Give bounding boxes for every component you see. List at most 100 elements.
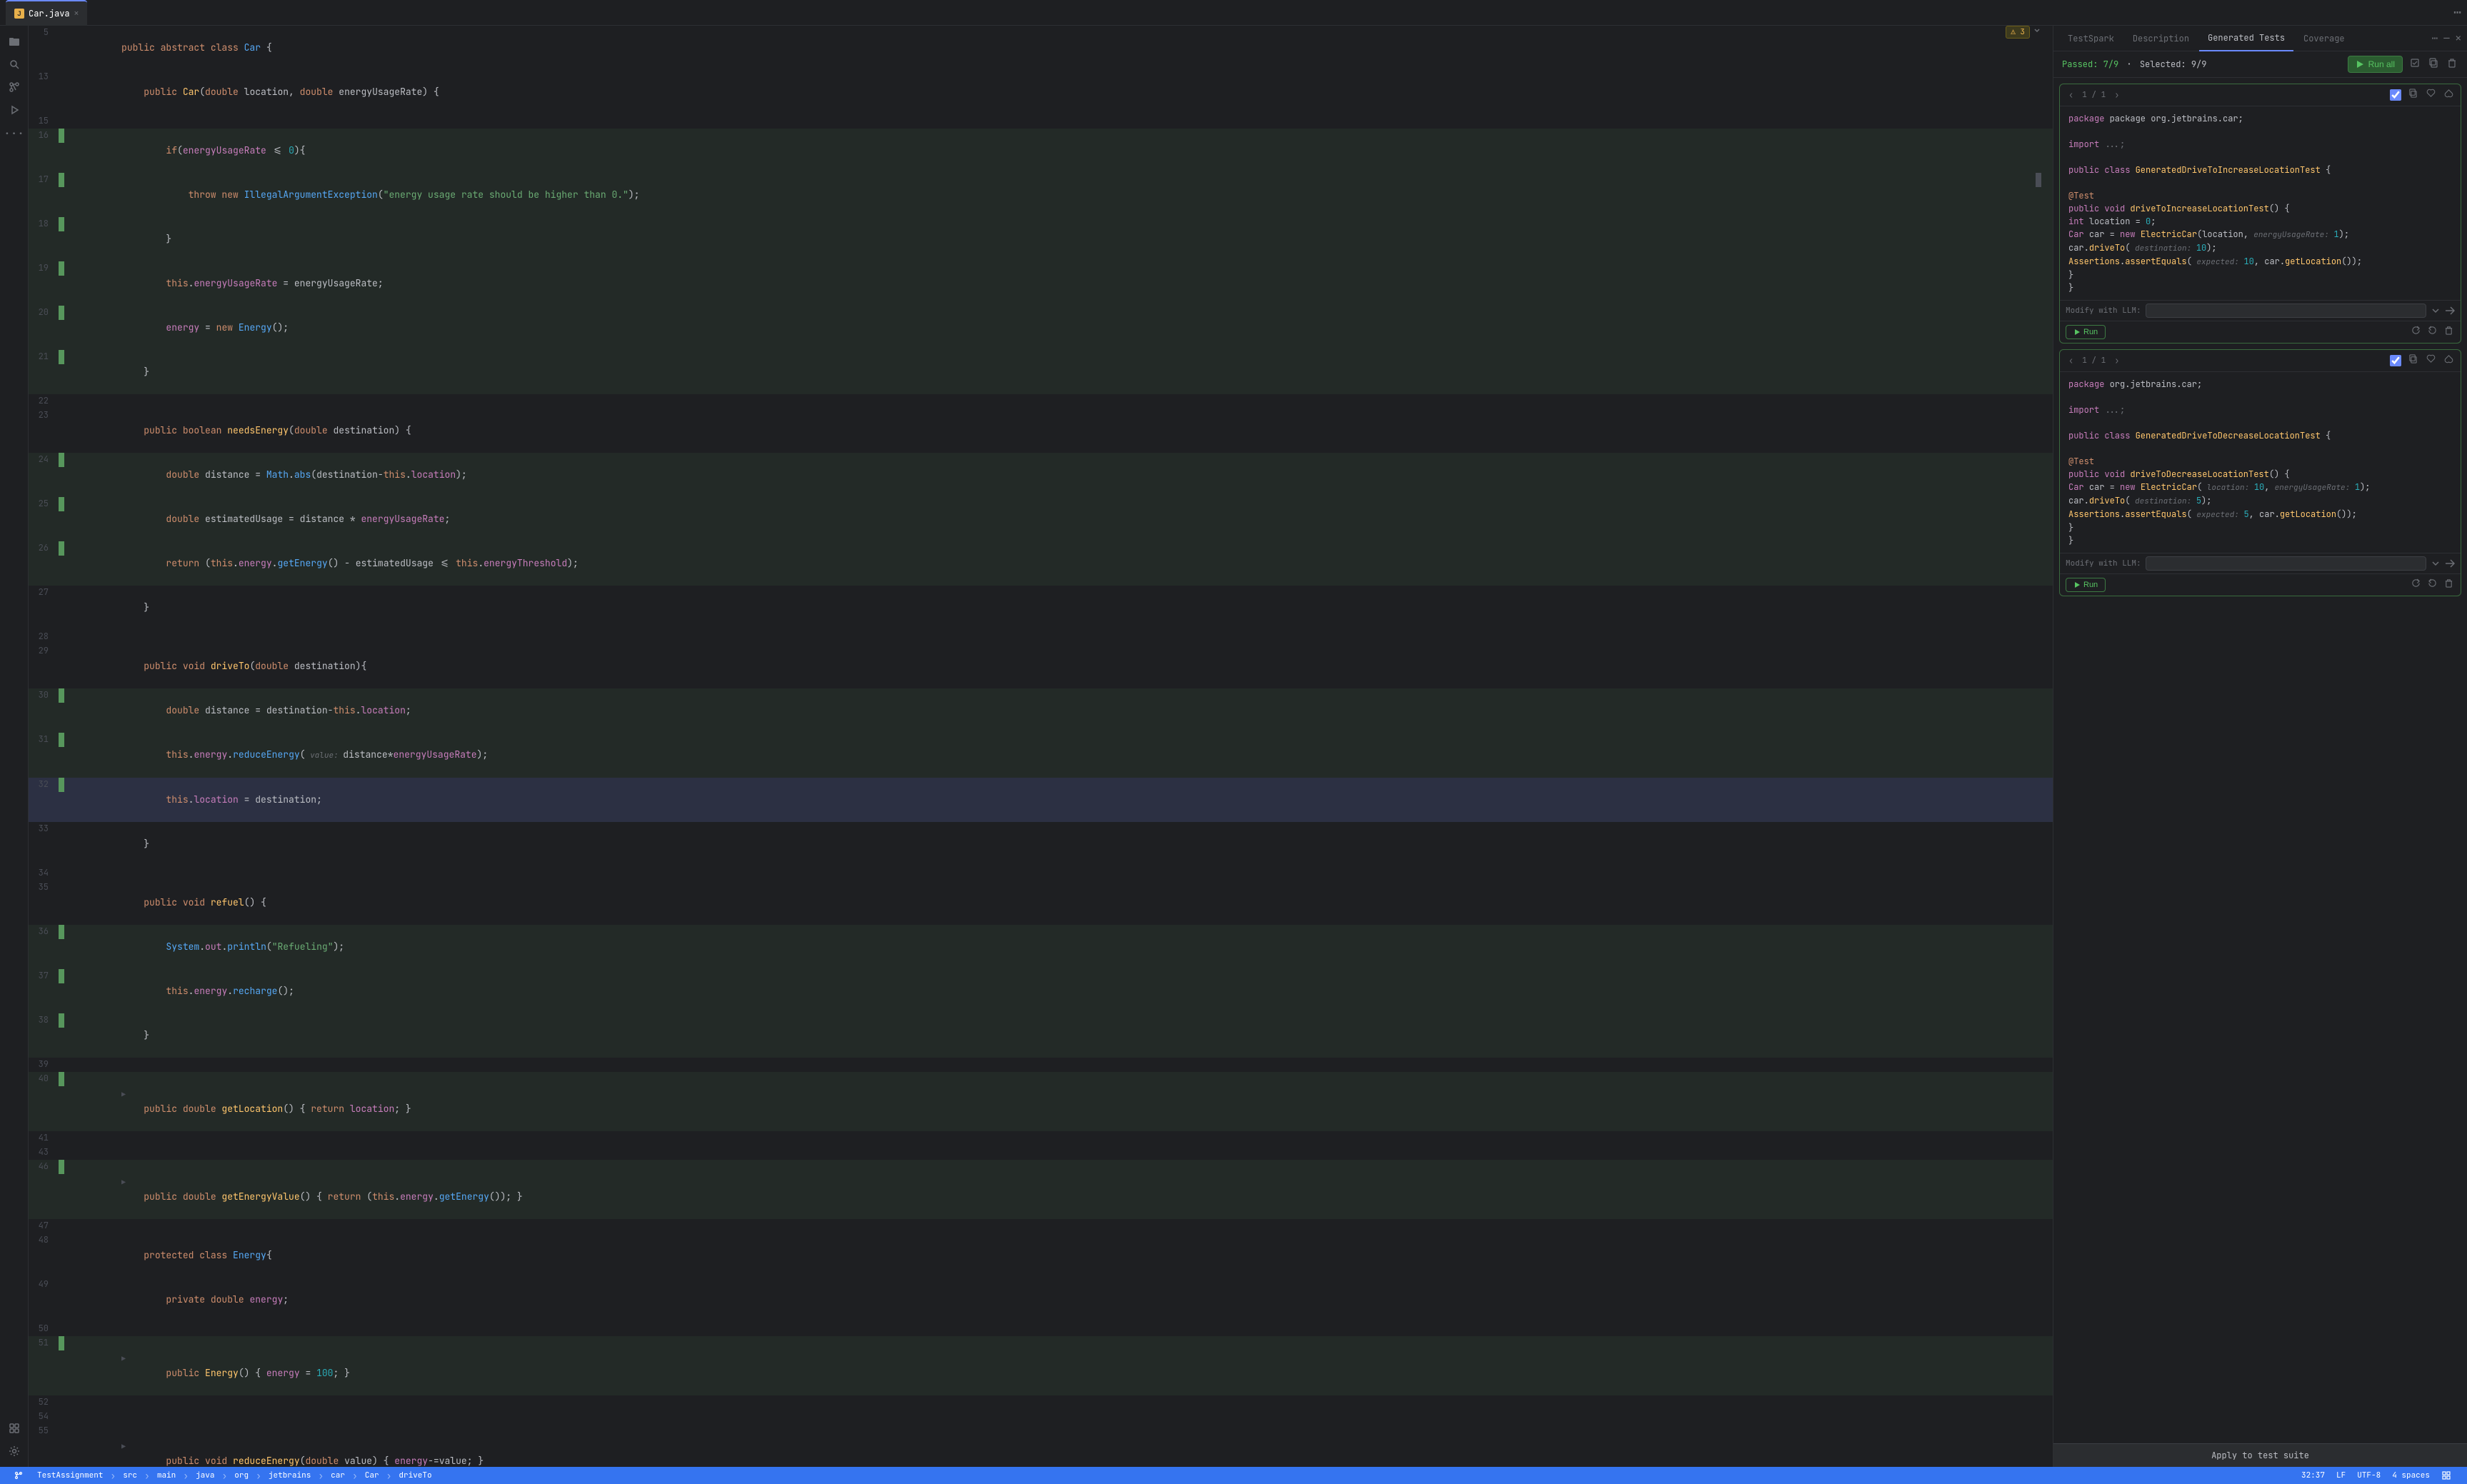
test-card-1-llm-dropdown[interactable] bbox=[2431, 306, 2441, 316]
status-indent[interactable]: 4 spaces bbox=[2386, 1470, 2436, 1480]
editor-area: 5 public abstract class Car { ⚠ 3 13 pub… bbox=[29, 26, 2053, 1467]
select-all-icon[interactable] bbox=[2408, 56, 2421, 73]
nav-next-1[interactable]: › bbox=[2111, 88, 2122, 102]
test-card-1: ‹ 1 / 1 › bbox=[2059, 84, 2461, 344]
collapse-46[interactable]: ▶ bbox=[121, 1178, 126, 1187]
sidebar-icon-folder[interactable] bbox=[4, 31, 24, 51]
test-card-2-delete[interactable] bbox=[2443, 577, 2455, 593]
nav-prev-1[interactable]: ‹ bbox=[2066, 88, 2076, 102]
delete-all-icon[interactable] bbox=[2446, 56, 2458, 73]
collapse-51[interactable]: ▶ bbox=[121, 1354, 126, 1363]
code-line-30: 30 double distance = destination-this.lo… bbox=[29, 688, 2053, 733]
test-card-1-dislike[interactable] bbox=[2443, 87, 2455, 103]
code-container[interactable]: 5 public abstract class Car { ⚠ 3 13 pub… bbox=[29, 26, 2053, 1467]
status-position[interactable]: 32:37 bbox=[2296, 1470, 2331, 1480]
test-card-1-run-btn[interactable]: Run bbox=[2066, 325, 2106, 339]
tests-scroll[interactable]: ‹ 1 / 1 › bbox=[2053, 78, 2467, 1443]
code-line-19: 19 this.energyUsageRate = energyUsageRat… bbox=[29, 261, 2053, 306]
status-line-ending[interactable]: LF bbox=[2331, 1470, 2351, 1480]
run-all-play-icon bbox=[2356, 60, 2364, 69]
code-line-49: 49 private double energy; bbox=[29, 1278, 2053, 1322]
tab-generated-tests[interactable]: Generated Tests bbox=[2199, 26, 2293, 51]
tab-description[interactable]: Description bbox=[2124, 26, 2198, 51]
status-testspark-badge bbox=[2436, 1470, 2458, 1480]
status-breadcrumb-car-class[interactable]: Car bbox=[359, 1467, 385, 1484]
expand-icon[interactable] bbox=[2033, 26, 2041, 34]
status-breadcrumb-car-pkg[interactable]: car bbox=[325, 1467, 351, 1484]
code-line-33: 33 } bbox=[29, 822, 2053, 866]
sidebar-icon-debug[interactable] bbox=[4, 100, 24, 120]
status-breadcrumb-java[interactable]: java bbox=[190, 1467, 220, 1484]
status-breadcrumb-src[interactable]: src bbox=[117, 1467, 143, 1484]
test-card-1-undo[interactable] bbox=[2426, 324, 2438, 340]
status-right: 32:37 LF UTF-8 4 spaces bbox=[2296, 1470, 2458, 1480]
code-line-34: 34 bbox=[29, 866, 2053, 881]
test-card-1-code: package package org.jetbrains.car; impor… bbox=[2060, 106, 2461, 300]
test-card-2-dislike[interactable] bbox=[2443, 353, 2455, 369]
test-card-2-llm-dropdown[interactable] bbox=[2431, 558, 2441, 568]
tab-more-btn[interactable]: ⋯ bbox=[2453, 4, 2461, 21]
status-encoding[interactable]: UTF-8 bbox=[2351, 1470, 2386, 1480]
code-line-31: 31 this.energy.reduceEnergy( value: dist… bbox=[29, 733, 2053, 778]
status-breadcrumb-org[interactable]: org bbox=[229, 1467, 254, 1484]
test-card-1-llm-input[interactable] bbox=[2146, 304, 2426, 318]
copy-all-icon[interactable] bbox=[2427, 56, 2440, 73]
test-card-2-run-btn[interactable]: Run bbox=[2066, 578, 2106, 592]
code-line-21: 21 } bbox=[29, 350, 2053, 394]
code-line-28: 28 bbox=[29, 630, 2053, 644]
code-line-55: 55 ▶ public void reduceEnergy(double val… bbox=[29, 1424, 2053, 1467]
test-card-2-checkbox[interactable] bbox=[2390, 355, 2401, 366]
code-line-38: 38 } bbox=[29, 1013, 2053, 1058]
panel-pin-icon[interactable]: ⋯ bbox=[2432, 32, 2438, 45]
test-card-2-llm-send[interactable] bbox=[2445, 558, 2455, 568]
run-play-icon-2 bbox=[2073, 581, 2081, 588]
main-layout: ··· 5 public abstract class Car { ⚠ 3 1 bbox=[0, 26, 2467, 1467]
test-card-1-copy[interactable] bbox=[2407, 87, 2419, 103]
test-card-2-code: package org.jetbrains.car; import ...; p… bbox=[2060, 372, 2461, 553]
test-card-1-refresh[interactable] bbox=[2410, 324, 2422, 340]
code-line-36: 36 System.out.println("Refueling"); bbox=[29, 925, 2053, 969]
test-card-1-like[interactable] bbox=[2425, 87, 2437, 103]
test-card-2-llm-input[interactable] bbox=[2146, 556, 2426, 571]
test-card-1-llm-send[interactable] bbox=[2445, 306, 2455, 316]
tab-testspark[interactable]: TestSpark bbox=[2059, 26, 2123, 51]
code-line-43: 43 bbox=[29, 1145, 2053, 1160]
status-breadcrumb-assignment[interactable]: TestAssignment bbox=[31, 1467, 109, 1484]
tab-close-btn[interactable]: ✕ bbox=[74, 9, 79, 19]
status-breadcrumb-driveto[interactable]: driveTo bbox=[393, 1467, 437, 1484]
tab-coverage[interactable]: Coverage bbox=[2295, 26, 2353, 51]
test-card-2-like[interactable] bbox=[2425, 353, 2437, 369]
test-card-2-actions bbox=[2390, 353, 2455, 369]
test-card-2-copy[interactable] bbox=[2407, 353, 2419, 369]
test-card-1-checkbox[interactable] bbox=[2390, 89, 2401, 101]
status-breadcrumb-jetbrains[interactable]: jetbrains bbox=[263, 1467, 316, 1484]
sidebar-icon-plugins[interactable] bbox=[4, 1418, 24, 1438]
sidebar-icon-git[interactable] bbox=[4, 77, 24, 97]
left-sidebar: ··· bbox=[0, 26, 29, 1467]
test-card-1-actions bbox=[2390, 87, 2455, 103]
apply-to-suite-btn[interactable]: Apply to test suite bbox=[2053, 1443, 2467, 1467]
test-card-2-refresh[interactable] bbox=[2410, 577, 2422, 593]
collapse-40[interactable]: ▶ bbox=[121, 1090, 126, 1099]
test-card-2-undo[interactable] bbox=[2426, 577, 2438, 593]
tab-filename: Car.java bbox=[29, 8, 70, 19]
test-card-2: ‹ 1 / 1 › bbox=[2059, 349, 2461, 596]
panel-minimize-icon[interactable]: — bbox=[2443, 32, 2449, 45]
code-line-20: 20 energy = new Energy(); bbox=[29, 306, 2053, 350]
code-line-54: 54 bbox=[29, 1410, 2053, 1424]
collapse-55[interactable]: ▶ bbox=[121, 1442, 126, 1451]
status-bar: TestAssignment › src › main › java › org… bbox=[0, 1467, 2467, 1484]
nav-next-2[interactable]: › bbox=[2111, 354, 2122, 368]
test-card-1-delete[interactable] bbox=[2443, 324, 2455, 340]
sidebar-icon-settings[interactable] bbox=[4, 1441, 24, 1461]
tab-bar: J Car.java ✕ ⋯ bbox=[0, 0, 2467, 26]
status-breadcrumb-main[interactable]: main bbox=[151, 1467, 181, 1484]
run-all-button[interactable]: Run all bbox=[2348, 56, 2403, 73]
file-tab-car-java[interactable]: J Car.java ✕ bbox=[6, 0, 87, 26]
code-line-40: 40 ▶ public double getLocation() { retur… bbox=[29, 1072, 2053, 1131]
sidebar-icon-search[interactable] bbox=[4, 54, 24, 74]
sidebar-dots[interactable]: ··· bbox=[1, 123, 27, 144]
nav-prev-2[interactable]: ‹ bbox=[2066, 354, 2076, 368]
panel-close-icon[interactable]: ✕ bbox=[2456, 32, 2461, 45]
status-branch[interactable] bbox=[9, 1467, 31, 1484]
